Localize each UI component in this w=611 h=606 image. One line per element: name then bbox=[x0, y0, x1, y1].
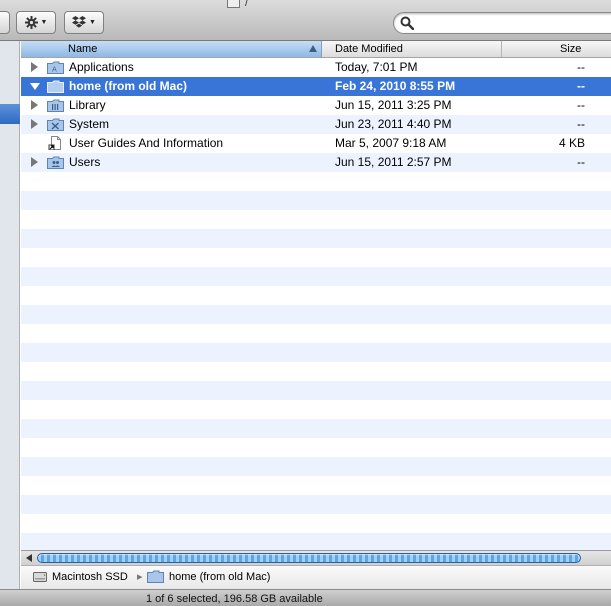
path-separator-icon: ▸ bbox=[137, 571, 143, 583]
file-name: System bbox=[69, 117, 110, 131]
path-bar: Macintosh SSD ▸ home (from old Mac) bbox=[21, 565, 611, 589]
file-size: -- bbox=[577, 117, 585, 131]
file-name: Library bbox=[69, 98, 106, 112]
search-field[interactable] bbox=[393, 12, 611, 34]
column-name-label: Name bbox=[68, 43, 98, 55]
column-name-header[interactable]: Name bbox=[21, 41, 322, 57]
disclosure-triangle-icon[interactable] bbox=[31, 62, 38, 72]
file-row-users[interactable]: Users Jun 15, 2011 2:57 PM -- bbox=[21, 153, 611, 172]
alias-document-icon bbox=[48, 136, 61, 150]
file-date: Feb 24, 2010 8:55 PM bbox=[335, 79, 456, 93]
file-size: -- bbox=[577, 98, 585, 112]
view-button[interactable] bbox=[0, 11, 10, 34]
column-header: Name Date Modified Size bbox=[21, 41, 611, 58]
file-size: -- bbox=[577, 155, 585, 169]
applications-folder-icon: A bbox=[47, 61, 64, 74]
file-row-home-from-old-mac[interactable]: home (from old Mac) Feb 24, 2010 8:55 PM… bbox=[21, 77, 611, 96]
scroll-left-arrow-icon[interactable] bbox=[26, 554, 32, 562]
window-title: / bbox=[245, 0, 249, 9]
users-folder-icon bbox=[47, 156, 64, 169]
root-disk-icon bbox=[227, 0, 240, 8]
disclosure-triangle-icon[interactable] bbox=[30, 83, 40, 90]
folder-icon bbox=[47, 80, 64, 93]
svg-text:A: A bbox=[52, 66, 57, 74]
dropbox-icon bbox=[72, 16, 87, 28]
column-date-label: Date Modified bbox=[335, 43, 403, 55]
file-name: User Guides And Information bbox=[69, 136, 224, 150]
path-disk-label: Macintosh SSD bbox=[52, 570, 128, 583]
file-size: -- bbox=[577, 79, 585, 93]
file-name: Users bbox=[69, 155, 101, 169]
status-text: 1 of 6 selected, 196.58 GB available bbox=[146, 593, 323, 605]
path-folder-label: home (from old Mac) bbox=[169, 570, 271, 583]
file-date: Today, 7:01 PM bbox=[335, 60, 418, 74]
scrollbar-thumb[interactable] bbox=[37, 553, 581, 563]
folder-icon bbox=[147, 570, 164, 583]
file-row-user-guides[interactable]: User Guides And Information Mar 5, 2007 … bbox=[21, 134, 611, 153]
system-folder-icon bbox=[47, 118, 64, 131]
sidebar-selected-item[interactable] bbox=[0, 104, 20, 124]
sidebar bbox=[0, 41, 20, 589]
disclosure-triangle-icon[interactable] bbox=[31, 157, 38, 167]
disclosure-triangle-icon[interactable] bbox=[31, 119, 38, 129]
column-size-header[interactable]: Size bbox=[502, 41, 611, 57]
file-date: Jun 23, 2011 4:40 PM bbox=[335, 117, 452, 131]
chevron-down-icon: ▼ bbox=[40, 19, 48, 26]
library-folder-icon bbox=[47, 99, 64, 112]
file-row-library[interactable]: Library Jun 15, 2011 3:25 PM -- bbox=[21, 96, 611, 115]
file-row-applications[interactable]: A Applications Today, 7:01 PM -- bbox=[21, 58, 611, 77]
file-size: -- bbox=[577, 60, 585, 74]
file-date: Mar 5, 2007 9:18 AM bbox=[335, 136, 447, 150]
chevron-down-icon: ▼ bbox=[89, 19, 96, 26]
path-item-disk[interactable]: Macintosh SSD bbox=[33, 570, 128, 583]
file-date: Jun 15, 2011 2:57 PM bbox=[335, 155, 452, 169]
disclosure-triangle-icon[interactable] bbox=[31, 100, 38, 110]
column-size-label: Size bbox=[560, 43, 582, 55]
file-date: Jun 15, 2011 3:25 PM bbox=[335, 98, 452, 112]
path-item-folder[interactable]: home (from old Mac) bbox=[147, 570, 270, 583]
status-bar: 1 of 6 selected, 196.58 GB available bbox=[0, 589, 611, 606]
file-row-system[interactable]: System Jun 23, 2011 4:40 PM -- bbox=[21, 115, 611, 134]
column-date-header[interactable]: Date Modified bbox=[322, 41, 502, 57]
file-list: A Applications Today, 7:01 PM -- home (f… bbox=[21, 58, 611, 550]
toolbar: / ▼ ▼ bbox=[0, 0, 611, 41]
file-size: 4 KB bbox=[558, 136, 585, 150]
file-name: Applications bbox=[69, 60, 134, 74]
action-menu-button[interactable]: ▼ bbox=[16, 11, 56, 34]
hard-disk-icon bbox=[33, 572, 47, 582]
search-input[interactable] bbox=[418, 15, 608, 31]
gear-icon bbox=[24, 16, 38, 29]
file-name: home (from old Mac) bbox=[69, 79, 188, 93]
dropbox-menu-button[interactable]: ▼ bbox=[64, 11, 104, 34]
horizontal-scrollbar[interactable] bbox=[21, 550, 611, 565]
search-icon bbox=[400, 16, 414, 30]
sort-ascending-icon bbox=[309, 45, 317, 52]
